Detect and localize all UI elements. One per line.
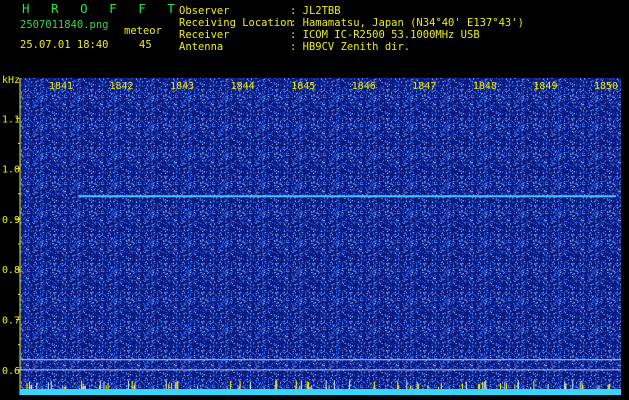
y-tick-label: 0.6 xyxy=(2,366,20,377)
x-tick-label: 1844 xyxy=(231,81,255,92)
y-tick-label: 0.9 xyxy=(2,215,20,226)
y-axis-unit: kHz xyxy=(2,75,20,86)
y-tick-label: 1.0 xyxy=(2,165,20,176)
x-tick-label: 1849 xyxy=(533,81,557,92)
x-tick-label: 1846 xyxy=(352,81,376,92)
spectrogram-chart: kHz 1.1 1.0 0.9 0.8 0.7 0.6 1841 1842 1843 1844 184… xyxy=(2,75,621,395)
x-tick-label: 1848 xyxy=(473,81,497,92)
y-tick-label: 0.8 xyxy=(2,265,20,276)
x-tick-label: 1845 xyxy=(291,81,315,92)
noise-texture xyxy=(20,78,621,395)
y-tick-label: 0.7 xyxy=(2,316,20,327)
x-tick-label: 1847 xyxy=(412,81,436,92)
x-tick-label: 1850 xyxy=(594,81,618,92)
x-tick-label: 1841 xyxy=(49,81,73,92)
x-tick-label: 1843 xyxy=(170,81,194,92)
baseline-band xyxy=(20,389,621,395)
x-tick-label: 1842 xyxy=(110,81,134,92)
y-tick-label: 1.1 xyxy=(2,114,20,125)
